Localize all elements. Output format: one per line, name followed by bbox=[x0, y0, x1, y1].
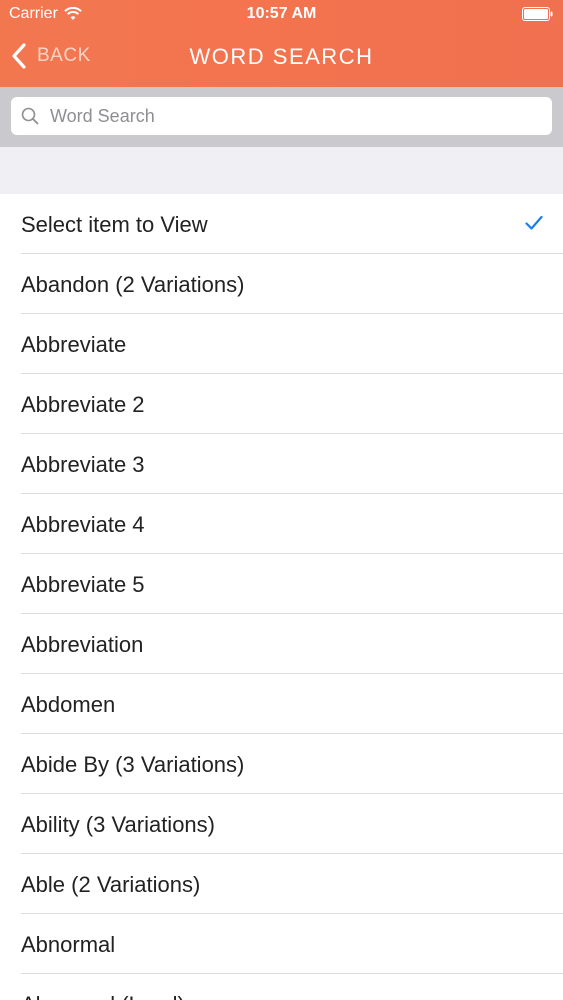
section-spacer bbox=[0, 147, 563, 194]
search-icon bbox=[21, 107, 39, 125]
list-item[interactable]: Select item to View bbox=[0, 194, 563, 254]
search-bar bbox=[0, 87, 563, 147]
checkmark-icon bbox=[525, 215, 543, 230]
list-item-label: Abandon (2 Variations) bbox=[21, 272, 245, 297]
word-list: Select item to View Abandon (2 Variation… bbox=[0, 194, 563, 1000]
list-item-label: Abnormal (Lead) bbox=[21, 974, 185, 1000]
page-title: WORD SEARCH bbox=[189, 44, 374, 69]
screen: Carrier 10:57 AM BACK WORD SEARCH Word S… bbox=[0, 0, 563, 1000]
list-item-label: Able (2 Variations) bbox=[21, 872, 201, 897]
list-item-label: Abbreviate 4 bbox=[21, 512, 145, 537]
list-item[interactable]: Ability (3 Variations) bbox=[0, 794, 563, 854]
list-item-label: Ability (3 Variations) bbox=[21, 812, 215, 837]
list-item[interactable]: Abnormal bbox=[0, 914, 563, 974]
status-bar: Carrier 10:57 AM bbox=[0, 0, 563, 28]
list-item[interactable]: Abbreviate 3 bbox=[0, 434, 563, 494]
list-item-label: Abbreviation bbox=[21, 632, 144, 657]
list-item[interactable]: Abbreviation bbox=[0, 614, 563, 674]
list-item[interactable]: Abnormal (Lead) bbox=[0, 974, 563, 1000]
list-item-label: Abbreviate 3 bbox=[21, 452, 145, 477]
list-item[interactable]: Abbreviate bbox=[0, 314, 563, 374]
battery-icon bbox=[522, 7, 553, 21]
search-field[interactable] bbox=[11, 97, 552, 135]
list-item[interactable]: Abbreviate 4 bbox=[0, 494, 563, 554]
navigation-bar: BACK WORD SEARCH bbox=[0, 28, 563, 87]
list-item-label: Abbreviate 5 bbox=[21, 572, 145, 597]
list-item[interactable]: Abbreviate 5 bbox=[0, 554, 563, 614]
list-item-label: Select item to View bbox=[21, 212, 208, 237]
list-item-label: Abdomen bbox=[21, 692, 116, 717]
list-item[interactable]: Abide By (3 Variations) bbox=[0, 734, 563, 794]
header-bar: Carrier 10:57 AM BACK WORD SEARCH bbox=[0, 0, 563, 87]
list-item-label: Abbreviate 2 bbox=[21, 392, 145, 417]
search-input[interactable] bbox=[48, 104, 532, 128]
clock: 10:57 AM bbox=[246, 5, 317, 22]
list-item[interactable]: Abbreviate 2 bbox=[0, 374, 563, 434]
list-item-label: Abbreviate bbox=[21, 332, 127, 357]
list-item-label: Abnormal bbox=[21, 932, 116, 957]
list-item[interactable]: Abandon (2 Variations) bbox=[0, 254, 563, 314]
list-item-label: Abide By (3 Variations) bbox=[21, 752, 245, 777]
list-item[interactable]: Able (2 Variations) bbox=[0, 854, 563, 914]
list-item[interactable]: Abdomen bbox=[0, 674, 563, 734]
